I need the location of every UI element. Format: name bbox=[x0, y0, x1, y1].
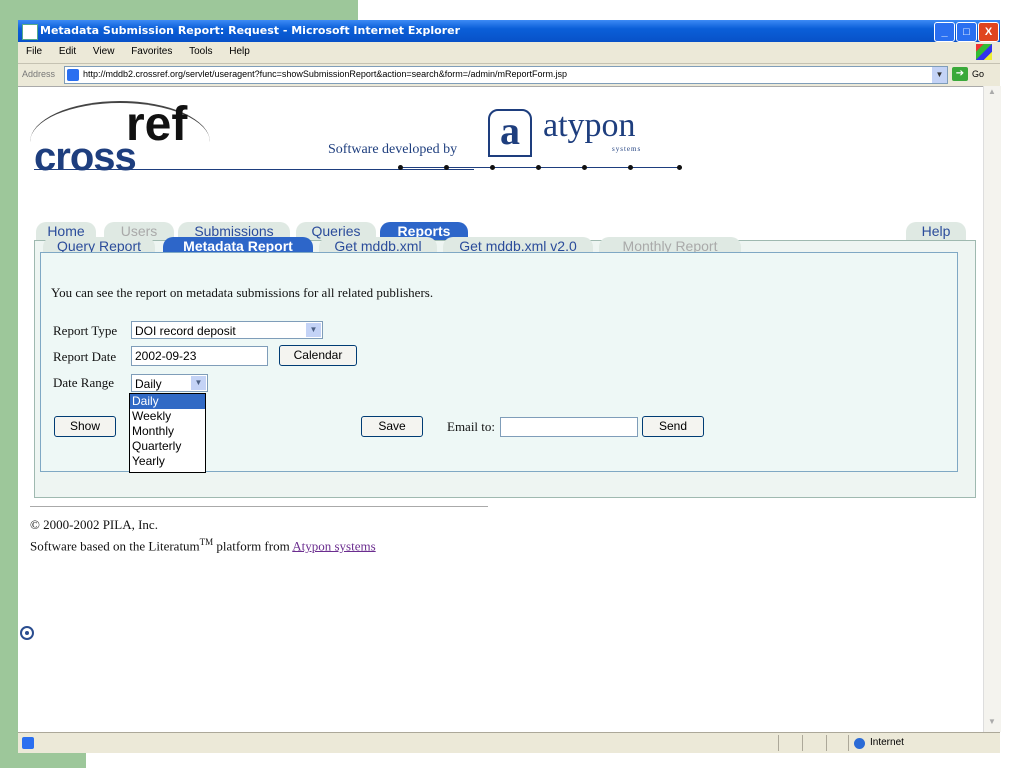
chevron-down-icon[interactable]: ▼ bbox=[191, 376, 206, 390]
menu-favorites[interactable]: Favorites bbox=[131, 46, 172, 57]
menu-view[interactable]: View bbox=[93, 46, 115, 57]
window-title: Metadata Submission Report: Request - Mi… bbox=[40, 24, 461, 37]
report-type-value: DOI record deposit bbox=[135, 324, 236, 338]
scroll-up-icon[interactable]: ▲ bbox=[985, 87, 999, 101]
page-content: cross ref Software developed by a atypon… bbox=[18, 86, 983, 733]
menu-help[interactable]: Help bbox=[229, 46, 250, 57]
trademark-mark: TM bbox=[199, 537, 214, 547]
address-bar: Address http://mddb2.crossref.org/servle… bbox=[18, 63, 1000, 86]
footer-divider bbox=[30, 506, 488, 507]
slide-navigation-icon[interactable] bbox=[20, 626, 34, 640]
menu-edit[interactable]: Edit bbox=[59, 46, 76, 57]
option-yearly[interactable]: Yearly bbox=[130, 454, 205, 469]
background-strip-top bbox=[0, 0, 358, 20]
tab-help[interactable]: Help bbox=[906, 222, 966, 240]
option-monthly[interactable]: Monthly bbox=[130, 424, 205, 439]
crossref-logo-cross: cross bbox=[34, 135, 137, 179]
background-strip-left bbox=[0, 0, 18, 768]
status-bar: Internet bbox=[18, 732, 1000, 753]
close-button[interactable]: X bbox=[978, 22, 999, 42]
ie-page-icon bbox=[67, 69, 79, 81]
menu-file[interactable]: File bbox=[26, 46, 42, 57]
copyright-text: © 2000-2002 PILA, Inc. bbox=[30, 517, 158, 532]
report-type-select[interactable]: DOI record deposit ▼ bbox=[131, 321, 323, 339]
option-quarterly[interactable]: Quarterly bbox=[130, 439, 205, 454]
report-date-input[interactable]: 2002-09-23 bbox=[131, 346, 268, 366]
literatum-credit: Software based on the LiteratumTM platfo… bbox=[30, 537, 376, 554]
save-button[interactable]: Save bbox=[361, 416, 423, 437]
calendar-button[interactable]: Calendar bbox=[279, 345, 357, 366]
report-type-label: Report Type bbox=[53, 323, 118, 338]
crossref-logo-ref: ref bbox=[126, 98, 188, 151]
literatum-prefix: Software based on the Literatum bbox=[30, 538, 200, 554]
windows-logo-icon bbox=[976, 44, 992, 60]
show-button[interactable]: Show bbox=[54, 416, 116, 437]
title-bar[interactable]: Metadata Submission Report: Request - Mi… bbox=[18, 20, 1000, 42]
ie-page-icon bbox=[22, 737, 34, 749]
software-developed-by: Software developed by bbox=[328, 142, 458, 157]
address-label: Address bbox=[22, 69, 56, 79]
minimize-button[interactable]: _ bbox=[934, 22, 955, 42]
menu-tools[interactable]: Tools bbox=[189, 46, 212, 57]
atypon-logo-systems: systems bbox=[612, 145, 642, 153]
menu-bar: File Edit View Favorites Tools Help bbox=[18, 42, 1000, 62]
vertical-scrollbar[interactable]: ▲ ▼ bbox=[983, 86, 1001, 732]
report-date-label: Report Date bbox=[53, 349, 117, 364]
report-date-value: 2002-09-23 bbox=[135, 349, 197, 363]
maximize-button[interactable]: □ bbox=[956, 22, 977, 42]
atypon-logo-icon: a bbox=[488, 109, 532, 157]
go-arrow-icon[interactable]: ➔ bbox=[952, 67, 968, 81]
chevron-down-icon[interactable]: ▼ bbox=[306, 323, 321, 337]
go-button[interactable]: Go bbox=[972, 69, 984, 79]
chevron-down-icon[interactable]: ▼ bbox=[932, 67, 947, 83]
date-range-dropdown: Daily Weekly Monthly Quarterly Yearly bbox=[129, 393, 206, 473]
send-button[interactable]: Send bbox=[642, 416, 704, 437]
atypon-logo-word: atypon bbox=[543, 107, 636, 144]
literatum-middle: platform from bbox=[213, 538, 293, 554]
date-range-value: Daily bbox=[135, 377, 162, 391]
scroll-down-icon[interactable]: ▼ bbox=[985, 717, 999, 731]
address-url: http://mddb2.crossref.org/servlet/userag… bbox=[83, 69, 567, 79]
zone-label: Internet bbox=[870, 737, 904, 748]
internet-zone-icon bbox=[854, 738, 865, 749]
email-input[interactable] bbox=[500, 417, 638, 437]
option-weekly[interactable]: Weekly bbox=[130, 409, 205, 424]
ie-page-icon bbox=[22, 24, 38, 40]
browser-window: Metadata Submission Report: Request - Mi… bbox=[18, 20, 1001, 753]
logo-dotted-line bbox=[398, 165, 682, 172]
metadata-report-form: You can see the report on metadata submi… bbox=[40, 252, 958, 473]
form-intro: You can see the report on metadata submi… bbox=[51, 285, 434, 300]
date-range-select[interactable]: Daily ▼ bbox=[131, 374, 208, 392]
atypon-systems-link[interactable]: Atypon systems bbox=[292, 538, 375, 553]
option-daily[interactable]: Daily bbox=[130, 394, 205, 409]
address-input[interactable]: http://mddb2.crossref.org/servlet/userag… bbox=[64, 66, 948, 84]
email-label: Email to: bbox=[447, 419, 496, 434]
date-range-label: Date Range bbox=[53, 375, 115, 390]
background-strip-bottom bbox=[0, 752, 86, 768]
